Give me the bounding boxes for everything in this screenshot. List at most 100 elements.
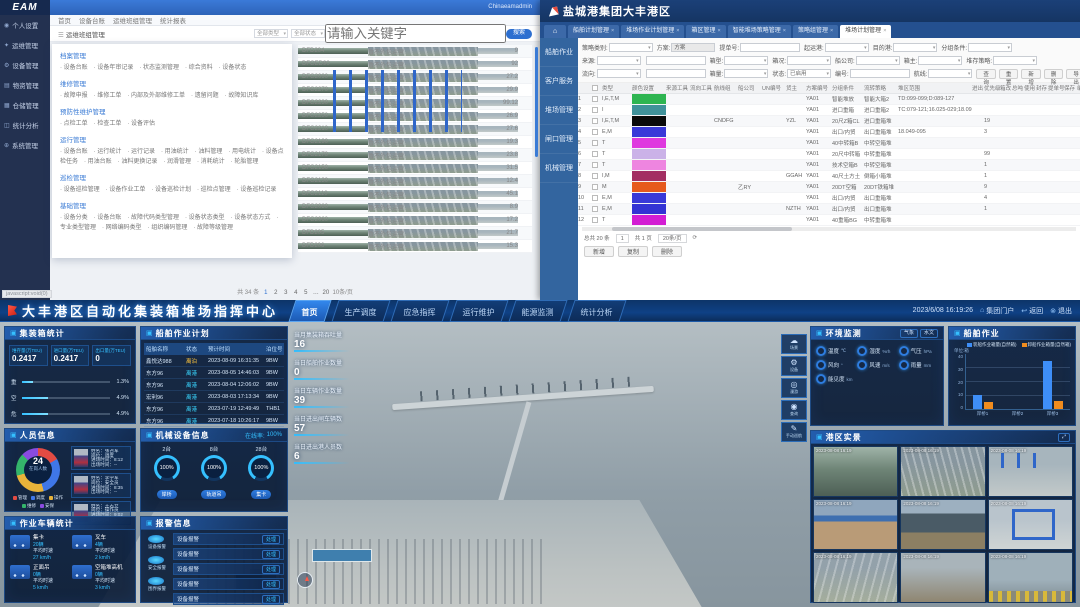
table-row[interactable]: DFG2190 暂不外包运营 19.3	[298, 136, 532, 149]
menu-section-items[interactable]: · 设备台账 · 运行统计 · 运行记录 · 用油统计 · 油料管理 · 用电统…	[60, 147, 284, 167]
staff-card[interactable]: 姓名：张占军 岗位：调度 进场时间：8:12 出场时间：--	[71, 446, 131, 470]
close-icon[interactable]: ×	[783, 28, 786, 34]
port-sidebar-item[interactable]: 机械管理	[540, 154, 578, 183]
eam-sidebar-item[interactable]: ▦ 仓储管理	[0, 95, 50, 115]
close-icon[interactable]: ×	[883, 28, 886, 34]
select-all-checkbox[interactable]	[592, 85, 598, 91]
table-row[interactable]: 1 I,E,T,M YA01 智能堆放 智能大箱2 TD:099-099	[578, 94, 1080, 105]
menu-section-title[interactable]: 巡检管理	[60, 172, 284, 182]
alarm-handle-button[interactable]: 处理	[262, 550, 280, 559]
page-number[interactable]: 1	[262, 290, 270, 296]
camera-feed[interactable]: 2023-08-08 16:19	[988, 446, 1073, 497]
row-checkbox[interactable]	[592, 162, 598, 168]
port-tab-active[interactable]: 堆场计划管理×	[840, 25, 891, 38]
table-row[interactable]: 2 I YA01 进口重箱 进口重箱2 TC:079-121;16.02	[578, 105, 1080, 116]
eam-tab[interactable]: 首页	[58, 15, 71, 25]
table-row[interactable]: 6 T YA01 20尺中转箱 中转重箱堆	[578, 149, 1080, 160]
filter-control[interactable]	[646, 69, 706, 78]
nav-tab[interactable]: 应急指挥	[390, 300, 449, 322]
port-tab[interactable]: 船舶计划管理×	[568, 25, 619, 38]
eam-tab[interactable]: 运维班组管理	[113, 15, 152, 25]
eam-tab[interactable]: 设备台账	[79, 15, 105, 25]
column-header[interactable]: 颜色设置	[632, 84, 666, 92]
menu-section-items[interactable]: · 设备分类 · 设备台账 · 故障代码类型管理 · 设备状态类型 · 设备状态…	[60, 213, 284, 233]
port-sidebar-item[interactable]: 船舶作业	[540, 38, 578, 67]
port-tab[interactable]: 箱区管理×	[686, 25, 725, 38]
column-header[interactable]: 航线组	[714, 84, 738, 92]
color-swatch[interactable]	[632, 182, 666, 192]
row-checkbox[interactable]	[592, 184, 598, 190]
camera-feed[interactable]: 2023-08-08 16:19	[813, 446, 898, 497]
search-input[interactable]	[325, 24, 506, 43]
filter-control[interactable]	[724, 69, 768, 78]
alarm-category[interactable]: 安全报警	[148, 556, 166, 571]
table-row[interactable]: 3 I,E,T,M CNDFG YZL YA01 20尺Z箱CL 进口重箱堆	[578, 116, 1080, 127]
filter-control[interactable]	[646, 56, 706, 65]
filter-control[interactable]: 方案	[671, 43, 715, 52]
home-tab[interactable]: ⌂	[544, 25, 566, 38]
nav-tab[interactable]: 首页	[288, 300, 331, 322]
nav-tab[interactable]: 统计分析	[567, 300, 626, 322]
column-header[interactable]: 方案编号	[806, 84, 832, 92]
table-row[interactable]: DFD205 暂不外包运营 21.7	[298, 227, 532, 240]
alarm-handle-button[interactable]: 处理	[262, 535, 280, 544]
scene-tool-button[interactable]: ◎ 漫游	[781, 378, 807, 398]
eam-sidebar-item[interactable]: ◉ 个人设置	[0, 15, 50, 35]
camera-feed[interactable]: 2023-08-08 16:19	[900, 446, 985, 497]
alarm-handle-button[interactable]: 处理	[262, 595, 280, 604]
menu-section-title[interactable]: 维修管理	[60, 78, 284, 88]
close-icon[interactable]: ×	[830, 28, 833, 34]
page-size-select[interactable]: 20条/页	[658, 234, 687, 243]
color-swatch[interactable]	[632, 149, 666, 159]
page-number[interactable]: …	[312, 290, 320, 296]
menu-section-items[interactable]: · 设备台账 · 设备年审记录 · 状态监测管理 · 综合资料 · 设备状态	[60, 63, 284, 73]
port-sidebar-item[interactable]: 堆场管理	[540, 96, 578, 125]
table-row[interactable]: DFD204 暂不外包运营 9	[298, 45, 532, 58]
camera-feed[interactable]: 2023-08-08 16:19	[813, 552, 898, 603]
nav-tab[interactable]: 生产调度	[331, 300, 390, 322]
filter-button[interactable]: 导出	[1066, 69, 1080, 79]
menu-section-title[interactable]: 预防性维护管理	[60, 106, 284, 116]
scene-tool-button[interactable]: ◉ 查询	[781, 400, 807, 420]
color-swatch[interactable]	[632, 160, 666, 170]
horizontal-scrollbar[interactable]	[582, 227, 1076, 231]
menu-section-title[interactable]: 基础管理	[60, 200, 284, 210]
eam-user-menu[interactable]: Chinaeamadmin	[488, 0, 532, 15]
row-checkbox[interactable]	[592, 206, 598, 212]
table-row[interactable]: 12 T YA01 40重箱BG 中转重箱堆	[578, 215, 1080, 226]
column-header[interactable]: 流向工具	[690, 84, 714, 92]
vessel-row[interactable]: 鑫悦达988 离泊 2023-08-09 16:31:35 9BW	[144, 355, 284, 367]
vessel-row[interactable]: 东方96 离港 2023-08-05 14:46:03 9BW	[144, 367, 284, 379]
filter-control[interactable]	[740, 43, 800, 52]
action-button[interactable]: 复制	[618, 246, 648, 257]
color-swatch[interactable]	[632, 215, 666, 225]
color-swatch[interactable]	[632, 94, 666, 104]
color-swatch[interactable]	[632, 193, 666, 203]
port-tab[interactable]: 智能堆场策略管理×	[728, 25, 791, 38]
table-row[interactable]: 10 E,M YA01 出口/内贸 出口重箱堆	[578, 193, 1080, 204]
action-button[interactable]: 删除	[652, 246, 682, 257]
page-number[interactable]: 3	[282, 290, 290, 296]
column-header[interactable]: UN编号	[762, 84, 786, 92]
menu-section-title[interactable]: 档案管理	[60, 50, 284, 60]
table-row[interactable]: 5 T YA01 40中转箱B 中转空箱堆	[578, 138, 1080, 149]
port-tab[interactable]: 堆场作业计划管理×	[621, 25, 684, 38]
header-link[interactable]: ⌂集团门户	[980, 306, 1014, 316]
scene-tool-button[interactable]: ✎ 手动巡航	[781, 422, 807, 442]
gauge-button[interactable]: 轨道吊	[201, 490, 226, 499]
gauge-button[interactable]: 岸桥	[157, 490, 177, 499]
filter-control[interactable]	[724, 56, 768, 65]
column-header[interactable]: 分组条件	[832, 84, 864, 92]
filter-control[interactable]	[993, 56, 1037, 65]
vessel-row[interactable]: 东方96 离港 2023-07-18 10:26:17 9BW	[144, 415, 284, 427]
search-button[interactable]: 搜索	[506, 29, 532, 39]
eam-sidebar-item[interactable]: ◫ 统计分析	[0, 115, 50, 135]
column-header[interactable]: 船公司	[738, 84, 762, 92]
page-number[interactable]: 1	[616, 234, 629, 243]
header-link[interactable]: ↩返回	[1021, 306, 1043, 316]
staff-card[interactable]: 姓名：李学军 岗位：安全员 进场时间：8:35 出场时间：--	[71, 473, 131, 497]
table-row[interactable]: DFG2110 暂不外包运营 45.1	[298, 188, 532, 201]
column-header[interactable]: 优先级	[984, 84, 1000, 92]
column-header[interactable]: 来源工具	[666, 84, 690, 92]
expand-icon[interactable]: ⤢	[1058, 433, 1070, 442]
